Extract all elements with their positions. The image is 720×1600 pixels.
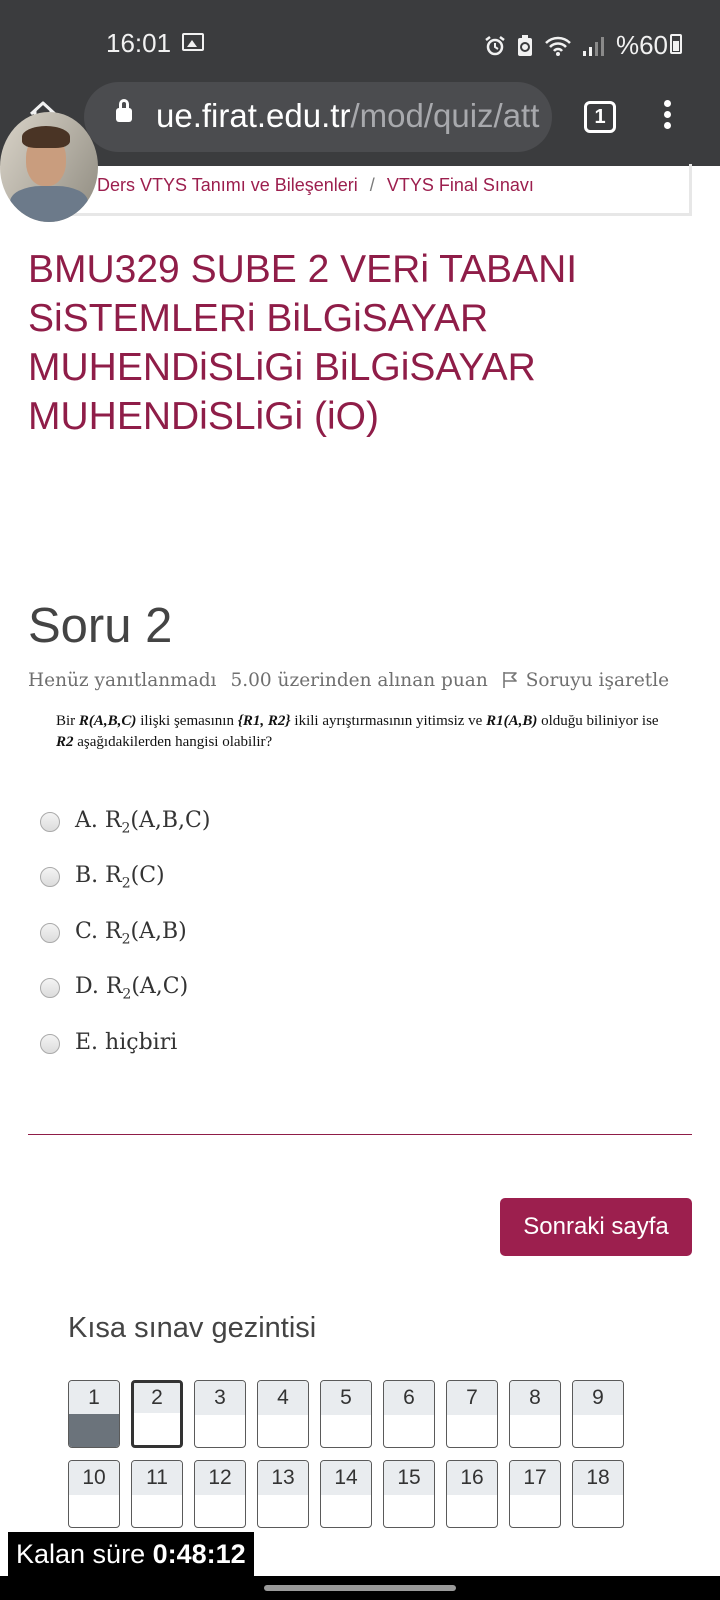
battery-icon <box>670 34 682 54</box>
radio-button[interactable] <box>40 923 60 943</box>
quiz-nav-button-7[interactable]: 7 <box>446 1380 498 1448</box>
radio-button[interactable] <box>40 1034 60 1054</box>
status-time: 16:01 <box>106 28 172 58</box>
quiz-nav-button-11[interactable]: 11 <box>131 1460 183 1528</box>
quiz-nav-number: 11 <box>132 1461 182 1495</box>
lock-icon <box>116 99 132 122</box>
quiz-nav-button-18[interactable]: 18 <box>572 1460 624 1528</box>
quiz-nav-button-13[interactable]: 13 <box>257 1460 309 1528</box>
quiz-nav-button-12[interactable]: 12 <box>194 1460 246 1528</box>
question-number: Soru 2 <box>28 599 173 653</box>
radio-button[interactable] <box>40 867 60 887</box>
quiz-nav-button-2[interactable]: 2 <box>131 1380 183 1448</box>
recycle-icon <box>517 34 532 56</box>
question-text: Bir R(A,B,C) ilişki şemasının {R1, R2} i… <box>56 713 659 750</box>
flag-question-link[interactable]: Soruyu işaretle <box>526 670 669 691</box>
answer-option-d[interactable]: D. R2(A,C) <box>40 968 188 1008</box>
quiz-nav-number: 18 <box>573 1461 623 1495</box>
answer-label[interactable]: D. R2(A,C) <box>75 974 188 1002</box>
quiz-nav-button-16[interactable]: 16 <box>446 1460 498 1528</box>
quiz-nav-number: 10 <box>69 1461 119 1495</box>
quiz-nav-button-5[interactable]: 5 <box>320 1380 372 1448</box>
battery-percent: %60 <box>615 30 668 60</box>
quiz-nav-button-14[interactable]: 14 <box>320 1460 372 1528</box>
quiz-nav-number: 4 <box>258 1381 308 1415</box>
answer-label[interactable]: C. R2(A,B) <box>75 919 187 947</box>
url-path: /mod/quiz/att <box>350 97 540 134</box>
gallery-icon <box>182 33 204 51</box>
url-host: ue.firat.edu.tr <box>156 97 351 134</box>
breadcrumb-item-lesson[interactable]: 1. Ders VTYS Tanımı ve Bileşenleri <box>77 175 358 195</box>
quiz-nav-button-8[interactable]: 8 <box>509 1380 561 1448</box>
radio-button[interactable] <box>40 812 60 832</box>
answer-option-b[interactable]: B. R2(C) <box>40 857 165 897</box>
timer-label: Kalan süre <box>16 1539 153 1569</box>
quiz-nav-number: 17 <box>510 1461 560 1495</box>
breadcrumb-separator: / <box>369 175 375 195</box>
signal-icon <box>582 36 604 56</box>
answer-label[interactable]: B. R2(C) <box>75 863 165 891</box>
quiz-navigation-title: Kısa sınav gezintisi <box>68 1312 317 1344</box>
breadcrumb: /1. Ders VTYS Tanımı ve Bileşenleri/VTYS… <box>48 175 534 196</box>
status-icons: %60 <box>484 30 668 61</box>
alarm-icon <box>485 35 505 55</box>
question-state: Henüz yanıtlanmadı <box>28 670 217 691</box>
flag-icon[interactable] <box>502 671 518 689</box>
answer-label[interactable]: E. hiçbiri <box>75 1030 177 1058</box>
quiz-nav-number: 5 <box>321 1381 371 1415</box>
quiz-nav-number: 9 <box>573 1381 623 1415</box>
status-bar: 16:01 %60 <box>0 0 720 84</box>
user-avatar[interactable] <box>0 112 98 222</box>
quiz-nav-number: 3 <box>195 1381 245 1415</box>
quiz-nav-button-17[interactable]: 17 <box>509 1460 561 1528</box>
quiz-nav-button-6[interactable]: 6 <box>383 1380 435 1448</box>
question-grade: 5.00 üzerinden alınan puan <box>230 670 488 691</box>
quiz-nav-number: 6 <box>384 1381 434 1415</box>
tab-switcher-button[interactable]: 1 <box>584 101 616 133</box>
quiz-nav-number: 14 <box>321 1461 371 1495</box>
answer-option-a[interactable]: A. R2(A,B,C) <box>40 802 210 842</box>
quiz-nav-button-15[interactable]: 15 <box>383 1460 435 1528</box>
quiz-nav-button-4[interactable]: 4 <box>257 1380 309 1448</box>
answer-label[interactable]: A. R2(A,B,C) <box>75 808 210 836</box>
timer-value: 0:48:12 <box>152 1539 246 1569</box>
time-remaining: Kalan süre 0:48:12 <box>8 1532 254 1576</box>
quiz-nav-number: 2 <box>134 1383 180 1413</box>
breadcrumb-item-exam[interactable]: VTYS Final Sınavı <box>387 175 534 195</box>
answer-option-c[interactable]: C. R2(A,B) <box>40 913 187 953</box>
quiz-nav-button-1[interactable]: 1 <box>68 1380 120 1448</box>
question-info: Henüz yanıtlanmadı 5.00 üzerinden alınan … <box>28 670 669 691</box>
quiz-nav-button-9[interactable]: 9 <box>572 1380 624 1448</box>
divider <box>28 1134 692 1135</box>
quiz-nav-number: 7 <box>447 1381 497 1415</box>
url-text[interactable]: ue.firat.edu.tr/mod/quiz/att <box>156 97 539 135</box>
quiz-nav-button-3[interactable]: 3 <box>194 1380 246 1448</box>
browser-menu-icon[interactable] <box>660 100 674 136</box>
url-bar[interactable]: ue.firat.edu.tr/mod/quiz/att <box>84 82 552 152</box>
quiz-nav-number: 8 <box>510 1381 560 1415</box>
answer-option-e[interactable]: E. hiçbiri <box>40 1024 177 1064</box>
next-page-button[interactable]: Sonraki sayfa <box>500 1198 692 1256</box>
gesture-handle[interactable] <box>264 1585 456 1591</box>
quiz-nav-number: 1 <box>69 1381 119 1415</box>
wifi-icon <box>545 36 571 56</box>
radio-button[interactable] <box>40 978 60 998</box>
course-title: BMU329 SUBE 2 VERi TABANI SiSTEMLERi BiL… <box>28 248 578 438</box>
quiz-nav-number: 15 <box>384 1461 434 1495</box>
quiz-nav-number: 13 <box>258 1461 308 1495</box>
quiz-nav-button-10[interactable]: 10 <box>68 1460 120 1528</box>
quiz-nav-status <box>69 1414 119 1447</box>
quiz-nav-number: 16 <box>447 1461 497 1495</box>
quiz-nav-number: 12 <box>195 1461 245 1495</box>
